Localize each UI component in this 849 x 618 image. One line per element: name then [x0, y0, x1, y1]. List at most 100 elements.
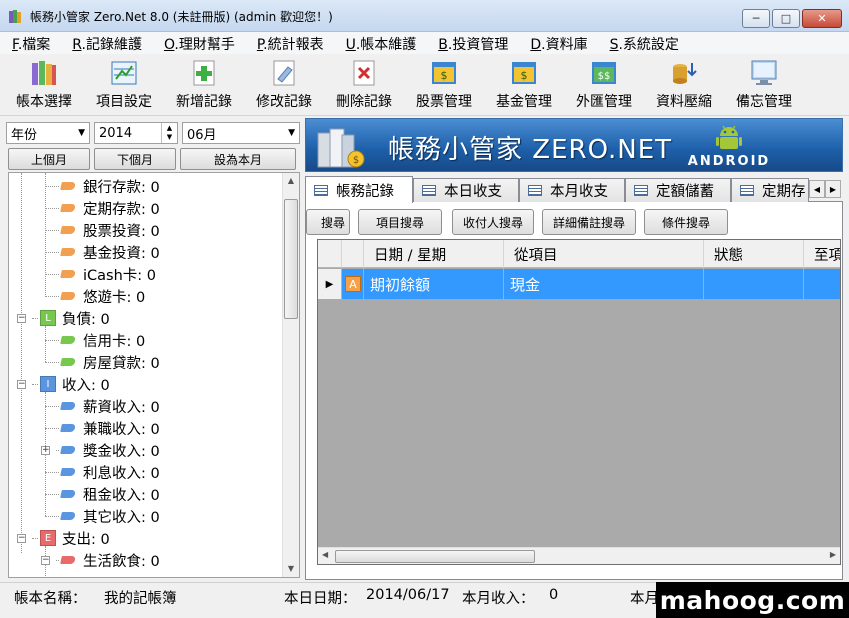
- tag-icon: [60, 446, 76, 454]
- tree-item[interactable]: iCash卡: 0: [45, 263, 156, 285]
- table-row[interactable]: A 期初餘額 現金: [342, 269, 840, 299]
- payee-search-button[interactable]: 收付人搜尋: [452, 209, 534, 235]
- spinner-arrows-icon[interactable]: ▲ ▼: [161, 123, 177, 143]
- tab-scroll-left-icon[interactable]: ◀: [809, 180, 825, 198]
- column-header-from-item[interactable]: 從項目: [504, 240, 704, 268]
- year-spinner[interactable]: 2014 ▲ ▼: [94, 122, 178, 144]
- tab-label: 帳務記錄: [336, 183, 394, 200]
- tree-vertical-scrollbar[interactable]: ▲ ▼: [282, 173, 299, 577]
- condition-search-button[interactable]: 條件搜尋: [644, 209, 728, 235]
- ledger-select-button[interactable]: 帳本選擇: [4, 54, 84, 114]
- memo-manage-button[interactable]: 備忘管理: [724, 54, 804, 114]
- tree-item[interactable]: 薪資收入: 0: [45, 395, 160, 417]
- tree-item[interactable]: 其它收入: 0: [45, 505, 160, 527]
- menu-reports[interactable]: P.統計報表: [245, 32, 334, 54]
- toolbar: 帳本選擇 項目設定 新增記錄 修改記錄 刪除記錄 $ 股票管理 $ 基金管理 $…: [0, 54, 849, 116]
- tree-item-label: 利息收入: 0: [83, 465, 160, 482]
- tag-icon: [60, 468, 76, 476]
- set-current-month-button[interactable]: 設為本月: [180, 148, 296, 170]
- scroll-up-icon[interactable]: ▲: [283, 173, 299, 189]
- prev-month-button[interactable]: 上個月: [8, 148, 90, 170]
- tag-icon: [60, 358, 76, 366]
- row-selector-arrow-icon[interactable]: ▶: [318, 269, 342, 299]
- close-button[interactable]: ✕: [802, 9, 842, 28]
- android-logo: ANDROID: [684, 123, 774, 169]
- tab-this-month[interactable]: 本月收支: [519, 178, 625, 202]
- banner-title: 帳務小管家 ZERO.NET: [388, 135, 673, 165]
- menu-database[interactable]: D.資料庫: [518, 32, 597, 54]
- column-header-to-item[interactable]: 至項: [804, 240, 840, 268]
- scroll-thumb[interactable]: [284, 199, 298, 319]
- period-select[interactable]: 年份 ▼: [6, 122, 90, 144]
- scroll-right-icon[interactable]: ▶: [830, 550, 836, 559]
- add-record-button[interactable]: 新增記錄: [164, 54, 244, 114]
- compress-icon: [670, 59, 698, 87]
- grid-horizontal-scrollbar[interactable]: ◀ ▶: [318, 547, 840, 564]
- tab-scroll-right-icon[interactable]: ▶: [825, 180, 841, 198]
- tag-icon: [60, 204, 76, 212]
- collapse-icon[interactable]: −: [17, 379, 26, 389]
- stock-manage-button[interactable]: $ 股票管理: [404, 54, 484, 114]
- tree-item-label: 支出: 0: [62, 531, 110, 548]
- tree-item[interactable]: − 生活飲食: 0: [41, 549, 160, 571]
- delete-record-icon: [350, 59, 378, 87]
- tree-item[interactable]: 信用卡: 0: [45, 329, 145, 351]
- menu-finance-helper[interactable]: O.理財幫手: [152, 32, 245, 54]
- note-search-button[interactable]: 詳細備註搜尋: [542, 209, 636, 235]
- tab-today[interactable]: 本日收支: [413, 178, 519, 202]
- edit-record-button[interactable]: 修改記錄: [244, 54, 324, 114]
- item-settings-button[interactable]: 項目設定: [84, 54, 164, 114]
- tag-icon: [60, 556, 76, 564]
- menu-label: .資料庫: [541, 37, 588, 53]
- tab-account-records[interactable]: 帳務記錄: [305, 176, 413, 203]
- scroll-down-icon[interactable]: ▼: [283, 561, 299, 577]
- column-header-status[interactable]: 狀態: [704, 240, 804, 268]
- to-item-cell: [804, 269, 840, 299]
- tree-category-income[interactable]: − I 收入: 0: [17, 373, 110, 395]
- tab-time-deposit[interactable]: 定期存: [731, 178, 809, 202]
- tree-item[interactable]: 悠遊卡: 0: [45, 285, 145, 307]
- row-header-corner: [318, 240, 342, 268]
- status-cell: [704, 269, 804, 299]
- maximize-button[interactable]: □: [772, 9, 800, 28]
- collapse-icon[interactable]: −: [41, 555, 50, 565]
- collapse-icon[interactable]: −: [17, 533, 26, 543]
- tree-item[interactable]: 兼職收入: 0: [45, 417, 160, 439]
- data-compress-button[interactable]: 資料壓縮: [644, 54, 724, 114]
- income-badge-icon: I: [40, 376, 56, 392]
- tree-item[interactable]: 定期存款: 0: [45, 197, 160, 219]
- menu-key: U: [345, 37, 356, 53]
- tree-item[interactable]: 利息收入: 0: [45, 461, 160, 483]
- collapse-icon[interactable]: −: [17, 313, 26, 323]
- scroll-left-icon[interactable]: ◀: [322, 550, 328, 559]
- tree-item[interactable]: 租金收入: 0: [45, 483, 160, 505]
- tree-item[interactable]: 房屋貸款: 0: [45, 351, 160, 373]
- list-icon: [528, 185, 542, 196]
- menu-file[interactable]: F.檔案: [0, 32, 60, 54]
- menu-system[interactable]: S.系統設定: [598, 32, 689, 54]
- column-header-date[interactable]: 日期 / 星期: [364, 240, 504, 268]
- tree-category-liabilities[interactable]: − L 負債: 0: [17, 307, 110, 329]
- expand-icon[interactable]: +: [41, 445, 50, 455]
- tree-item[interactable]: 基金投資: 0: [45, 241, 160, 263]
- list-icon: [634, 185, 648, 196]
- tab-fixed-savings[interactable]: 定額儲蓄: [625, 178, 731, 202]
- tree-category-expense[interactable]: − E 支出: 0: [17, 527, 110, 549]
- tree-item[interactable]: 股票投資: 0: [45, 219, 160, 241]
- fund-manage-button[interactable]: $ 基金管理: [484, 54, 564, 114]
- month-select[interactable]: 06月 ▼: [182, 122, 300, 144]
- menu-ledger[interactable]: U.帳本維護: [334, 32, 427, 54]
- tree-item-label: 兼職收入: 0: [83, 421, 160, 438]
- scroll-thumb[interactable]: [335, 550, 535, 563]
- date-cell: 期初餘額: [364, 269, 504, 299]
- tree-item[interactable]: + 獎金收入: 0: [41, 439, 160, 461]
- next-month-button[interactable]: 下個月: [94, 148, 176, 170]
- forex-manage-button[interactable]: $$ 外匯管理: [564, 54, 644, 114]
- tree-item[interactable]: 銀行存款: 0: [45, 175, 160, 197]
- delete-record-button[interactable]: 刪除記錄: [324, 54, 404, 114]
- item-search-button[interactable]: 項目搜尋: [358, 209, 442, 235]
- menu-records[interactable]: R.記錄維護: [60, 32, 152, 54]
- search-button[interactable]: 搜尋: [306, 209, 350, 235]
- minimize-button[interactable]: ─: [742, 9, 770, 28]
- menu-investment[interactable]: B.投資管理: [426, 32, 518, 54]
